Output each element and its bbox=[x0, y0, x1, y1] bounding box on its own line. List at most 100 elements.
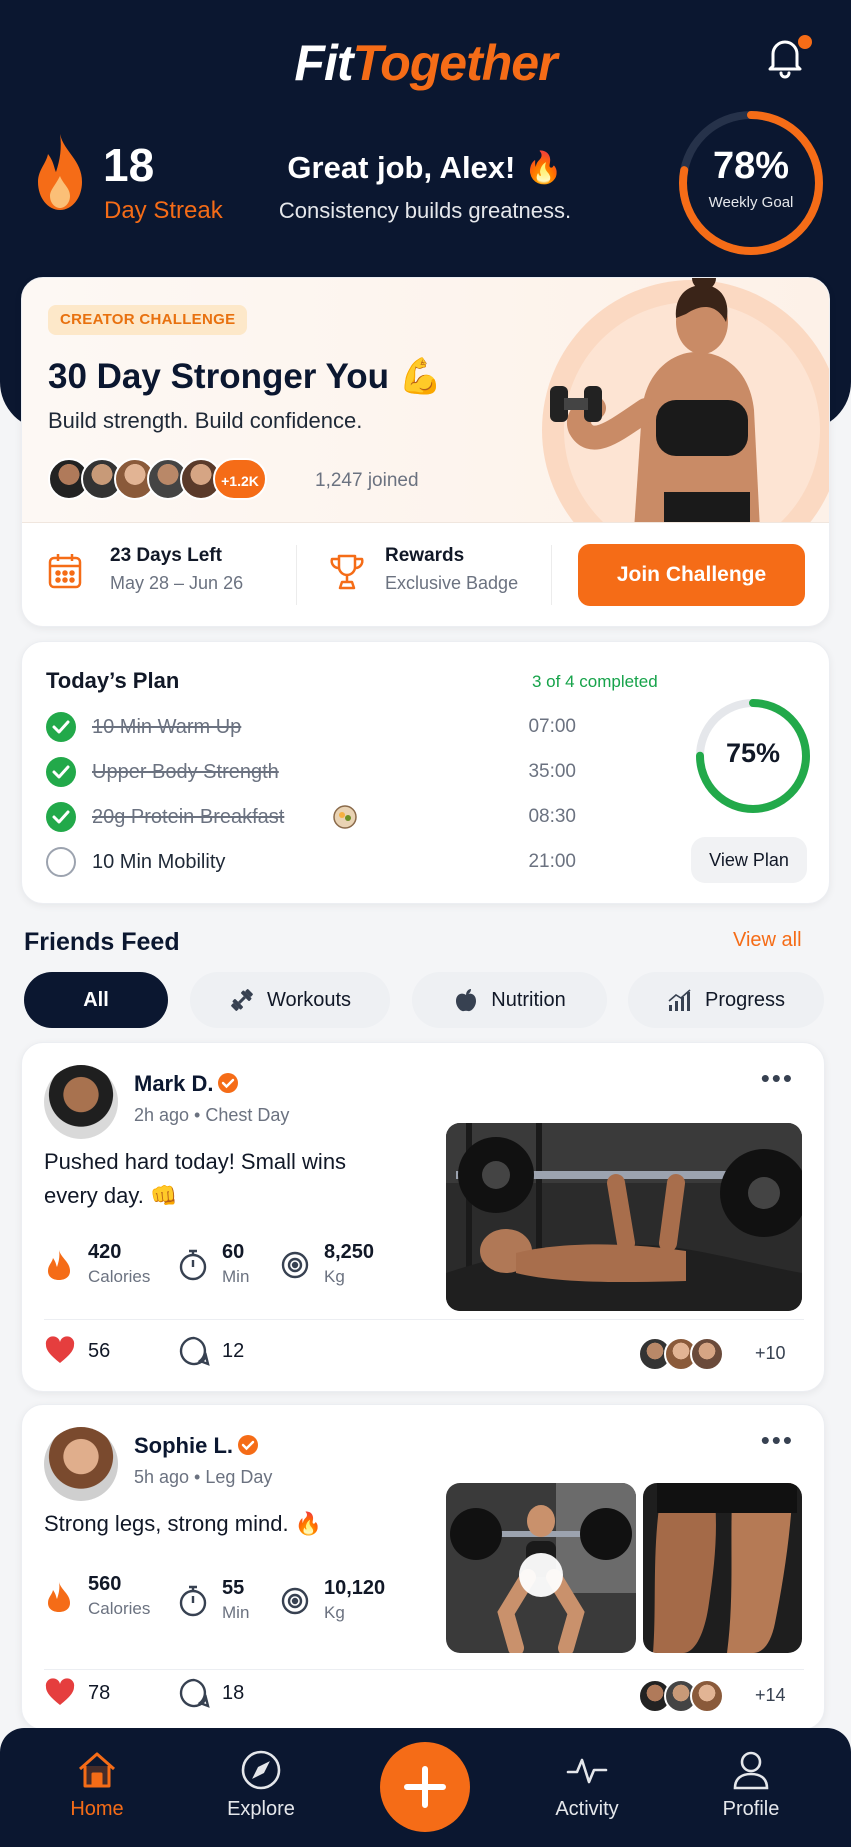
add-post-button[interactable] bbox=[380, 1742, 470, 1832]
flame-icon bbox=[48, 1582, 70, 1612]
like-count: 78 bbox=[88, 1681, 111, 1704]
nav-activity[interactable]: Activity bbox=[522, 1748, 652, 1821]
heart-icon bbox=[45, 1678, 75, 1705]
view-all-link[interactable]: View all bbox=[733, 929, 802, 952]
calories-stat: 420 Calories bbox=[44, 1241, 164, 1291]
challenge-title: 30 Day Stronger You 💪 bbox=[48, 357, 443, 396]
joined-count: 1,247 joined bbox=[315, 470, 419, 491]
checkmark-icon[interactable] bbox=[46, 757, 76, 787]
home-icon bbox=[79, 1752, 115, 1788]
filter-label: All bbox=[83, 988, 109, 1011]
plan-task[interactable]: 10 Min Mobility 21:00 bbox=[46, 847, 576, 879]
filter-progress[interactable]: Progress bbox=[628, 972, 824, 1028]
todays-plan-card: Today’s Plan 3 of 4 completed 10 Min War… bbox=[21, 641, 830, 904]
avatar bbox=[690, 1679, 724, 1713]
post-meta: 5h ago • Leg Day bbox=[134, 1467, 273, 1487]
liked-by-avatars[interactable] bbox=[638, 1337, 728, 1373]
plan-title: Today’s Plan bbox=[46, 668, 180, 693]
nav-profile[interactable]: Profile bbox=[686, 1748, 816, 1821]
plus-icon bbox=[404, 1766, 446, 1808]
flame-icon bbox=[38, 134, 82, 210]
checkmark-icon[interactable] bbox=[46, 802, 76, 832]
divider bbox=[44, 1319, 804, 1320]
profile-icon bbox=[733, 1751, 769, 1790]
avatar[interactable] bbox=[44, 1065, 118, 1139]
task-time: 07:00 bbox=[528, 716, 576, 737]
days-left: 23 Days Left bbox=[110, 545, 222, 566]
checkmark-icon[interactable] bbox=[46, 712, 76, 742]
avatar[interactable] bbox=[44, 1427, 118, 1501]
streak-count: 18 bbox=[103, 139, 155, 191]
weight-label: Kg bbox=[324, 1603, 345, 1622]
more-likers-count[interactable]: +10 bbox=[755, 1343, 786, 1364]
nav-label: Explore bbox=[227, 1798, 295, 1820]
post-author[interactable]: Sophie L. bbox=[134, 1433, 259, 1459]
plan-progress-percent: 75% bbox=[725, 738, 781, 768]
comment-button[interactable]: 12 bbox=[178, 1335, 244, 1367]
weekly-goal-percent: 78% bbox=[712, 145, 790, 187]
nav-explore[interactable]: Explore bbox=[196, 1748, 326, 1821]
weight-plate-icon bbox=[281, 1587, 309, 1615]
athlete-image bbox=[542, 278, 829, 530]
plan-task[interactable]: Upper Body Strength 35:00 bbox=[46, 757, 576, 789]
squat-video-thumbnail[interactable] bbox=[446, 1483, 636, 1653]
like-button[interactable]: 56 bbox=[44, 1335, 110, 1367]
plan-task[interactable]: 20g Protein Breakfast 08:30 bbox=[46, 802, 576, 834]
post-meta: 2h ago • Chest Day bbox=[134, 1105, 290, 1125]
weekly-goal-label: Weekly Goal bbox=[708, 194, 794, 211]
minutes-label: Min bbox=[222, 1267, 250, 1286]
verified-badge-icon bbox=[238, 1435, 258, 1455]
feed-title: Friends Feed bbox=[24, 928, 180, 956]
filter-all[interactable]: All bbox=[24, 972, 168, 1028]
filter-label: Workouts bbox=[266, 988, 352, 1011]
feed-post[interactable]: Sophie L. 5h ago • Leg Day ••• Strong le… bbox=[21, 1404, 825, 1730]
join-challenge-button[interactable]: Join Challenge bbox=[578, 544, 805, 606]
nav-label: Home bbox=[70, 1798, 124, 1820]
task-time: 21:00 bbox=[528, 851, 576, 872]
view-plan-button[interactable]: View Plan bbox=[691, 837, 807, 883]
divider bbox=[296, 545, 297, 605]
like-count: 56 bbox=[88, 1339, 111, 1362]
weight-stat: 8,250 Kg bbox=[280, 1241, 390, 1291]
greeting-subtitle: Consistency builds greatness. bbox=[278, 198, 572, 223]
task-time: 08:30 bbox=[528, 806, 576, 827]
divider bbox=[551, 545, 552, 605]
stopwatch-icon bbox=[179, 1249, 207, 1281]
liked-by-avatars[interactable] bbox=[638, 1679, 728, 1715]
weight-plate-icon bbox=[281, 1251, 309, 1279]
legs-photo[interactable] bbox=[643, 1483, 802, 1653]
task-name: 20g Protein Breakfast bbox=[92, 806, 285, 828]
calories-label: Calories bbox=[88, 1599, 151, 1618]
feed-post[interactable]: Mark D. 2h ago • Chest Day ••• Pushed ha… bbox=[21, 1042, 825, 1392]
plan-task[interactable]: 10 Min Warm Up 07:00 bbox=[46, 712, 576, 744]
plan-completed-count: 3 of 4 completed bbox=[532, 672, 658, 691]
minutes-value: 55 bbox=[222, 1577, 245, 1599]
weight-value: 8,250 bbox=[324, 1241, 375, 1263]
task-name: 10 Min Mobility bbox=[92, 851, 226, 873]
comment-count: 12 bbox=[222, 1339, 245, 1362]
streak-label: Day Streak bbox=[104, 197, 223, 224]
more-likers-count[interactable]: +14 bbox=[755, 1685, 786, 1706]
verified-badge-icon bbox=[218, 1073, 239, 1093]
filter-nutrition[interactable]: Nutrition bbox=[412, 972, 607, 1028]
challenge-subtitle: Build strength. Build confidence. bbox=[48, 408, 363, 433]
food-bowl-icon bbox=[333, 805, 357, 829]
nav-home[interactable]: Home bbox=[32, 1748, 162, 1821]
more-options-icon[interactable]: ••• bbox=[761, 1427, 794, 1453]
filter-workouts[interactable]: Workouts bbox=[190, 972, 390, 1028]
weight-value: 10,120 bbox=[324, 1577, 386, 1599]
calories-label: Calories bbox=[88, 1267, 151, 1286]
like-button[interactable]: 78 bbox=[44, 1677, 110, 1709]
trophy-icon bbox=[330, 554, 364, 590]
comment-button[interactable]: 18 bbox=[178, 1677, 244, 1709]
bench-press-photo[interactable] bbox=[446, 1123, 802, 1311]
minutes-stat: 55 Min bbox=[178, 1577, 268, 1627]
comment-count: 18 bbox=[222, 1681, 245, 1704]
more-options-icon[interactable]: ••• bbox=[761, 1065, 794, 1091]
empty-checkbox-icon[interactable] bbox=[46, 847, 76, 877]
comment-icon bbox=[179, 1678, 210, 1708]
challenge-card[interactable]: CREATOR CHALLENGE 30 Day Stronger You 💪 … bbox=[21, 277, 830, 627]
date-range: May 28 – Jun 26 bbox=[110, 573, 244, 593]
notification-dot bbox=[796, 33, 814, 51]
post-author[interactable]: Mark D. bbox=[134, 1071, 239, 1097]
